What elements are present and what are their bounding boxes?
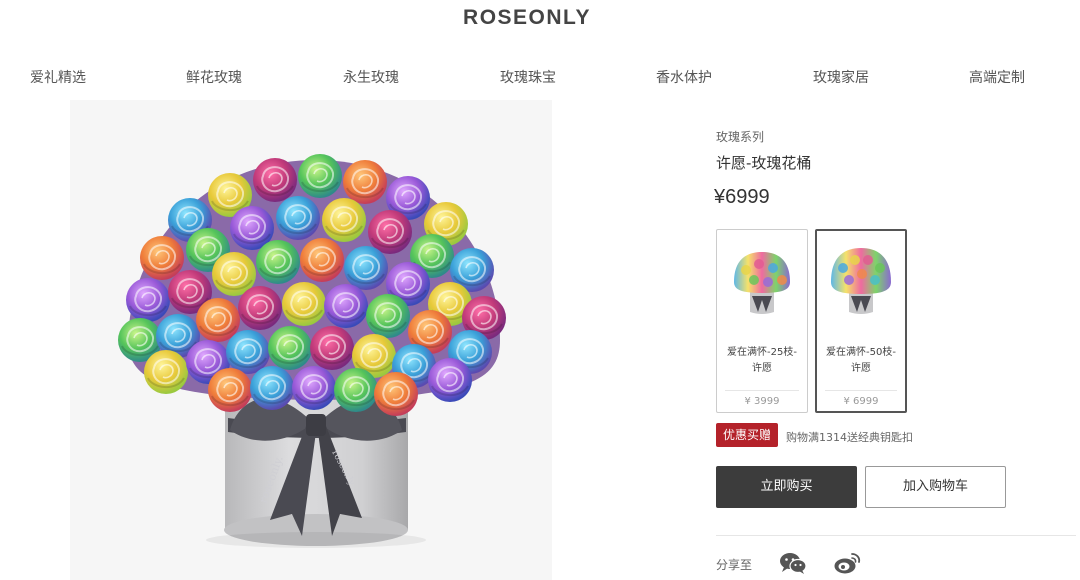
rainbow-rose-bouquet-illustration: roseonly. roseonly roseonly [117,153,507,548]
option-divider [725,390,799,391]
product-series: 玫瑰系列 [716,130,765,144]
brand-logo[interactable]: ROSEONLY [0,6,1054,30]
share-label: 分享至 [716,558,753,572]
buy-now-button[interactable]: 立即购买 [716,466,857,508]
option-thumbnail [734,252,790,314]
nav-item-rose-home[interactable]: 玫瑰家居 [813,67,869,87]
option-name: 爱在满怀-25枝- 许愿 [727,347,797,374]
promo-description: 购物满1314送经典钥匙扣 [786,431,913,444]
option-price: ¥ 3999 [744,396,780,407]
section-divider [716,535,1076,536]
nav-item-perfume-bodycare[interactable]: 香水体护 [656,67,712,87]
nav-item-fresh-roses[interactable]: 鲜花玫瑰 [186,67,242,87]
nav-item-preserved-roses[interactable]: 永生玫瑰 [343,67,399,87]
nav-item-rose-jewelry[interactable]: 玫瑰珠宝 [500,67,556,87]
product-price: ¥6999 [714,186,770,208]
wechat-icon[interactable] [779,551,807,575]
product-title: 许愿-玫瑰花桶 [716,154,812,172]
option-card-50[interactable]: 爱在满怀-50枝- 许愿 ¥ 6999 [815,229,907,413]
promo-badge: 优惠买赠 [716,423,778,447]
option-divider [825,390,897,391]
main-nav: 爱礼精选 鲜花玫瑰 永生玫瑰 玫瑰珠宝 香水体护 玫瑰家居 高端定制 [0,67,1080,89]
product-main-image[interactable]: roseonly. roseonly roseonly [70,100,552,580]
nav-item-custom[interactable]: 高端定制 [969,67,1025,87]
option-price: ¥ 6999 [843,396,879,407]
nav-item-gift-picks[interactable]: 爱礼精选 [30,67,86,87]
option-thumbnail [831,248,891,314]
add-to-cart-button[interactable]: 加入购物车 [865,466,1006,508]
weibo-icon[interactable] [833,551,861,575]
option-name: 爱在满怀-50枝- 许愿 [826,347,896,374]
option-card-25[interactable]: 爱在满怀-25枝- 许愿 ¥ 3999 [716,229,808,413]
